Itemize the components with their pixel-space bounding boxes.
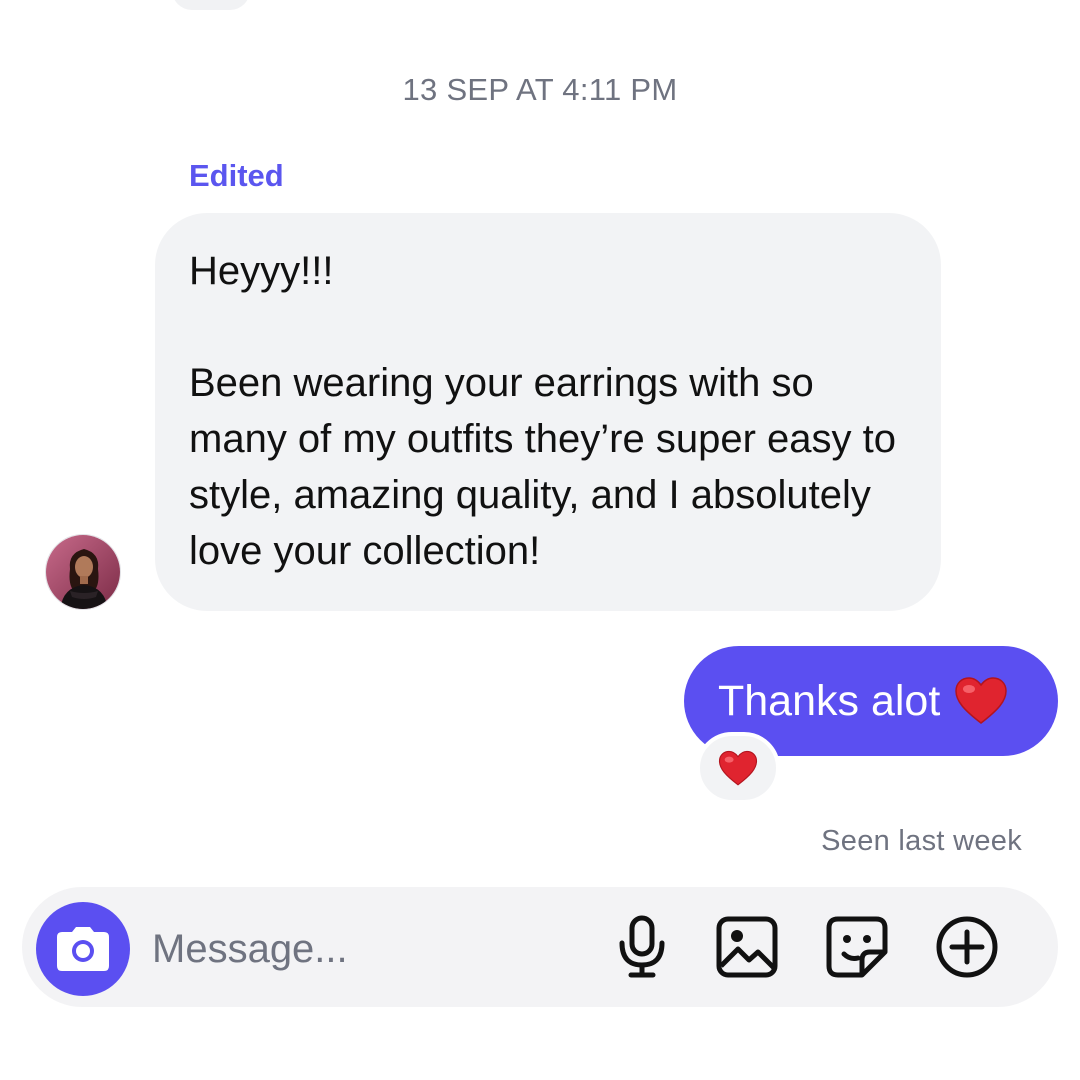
microphone-button[interactable] xyxy=(609,914,675,980)
sender-avatar[interactable] xyxy=(45,534,121,610)
reaction-heart-icon xyxy=(718,750,758,785)
gallery-button[interactable] xyxy=(714,914,780,980)
gallery-icon xyxy=(716,916,778,978)
red-heart-emoji-icon xyxy=(954,676,1008,726)
sticker-icon xyxy=(826,916,888,978)
received-message-bubble[interactable]: Heyyy!!! Been wearing your earrings with… xyxy=(155,213,941,611)
previous-message-bubble[interactable] xyxy=(172,0,250,10)
message-reaction[interactable] xyxy=(696,732,780,804)
plus-icon xyxy=(936,916,998,978)
sent-message-text: Thanks alot xyxy=(718,676,941,725)
dm-thread-screen: 13 SEP AT 4:11 PM Edited Heyyy!!! Been w… xyxy=(0,0,1080,1080)
edited-label: Edited xyxy=(189,158,284,193)
user-avatar-photo-icon xyxy=(46,535,120,609)
more-button[interactable] xyxy=(934,914,1000,980)
sticker-button[interactable] xyxy=(824,914,890,980)
camera-button[interactable] xyxy=(36,902,130,996)
seen-status: Seen last week xyxy=(821,825,1022,857)
camera-icon xyxy=(57,927,109,971)
message-input[interactable] xyxy=(150,912,594,986)
microphone-icon xyxy=(619,915,665,978)
message-timestamp: 13 SEP AT 4:11 PM xyxy=(402,72,678,107)
